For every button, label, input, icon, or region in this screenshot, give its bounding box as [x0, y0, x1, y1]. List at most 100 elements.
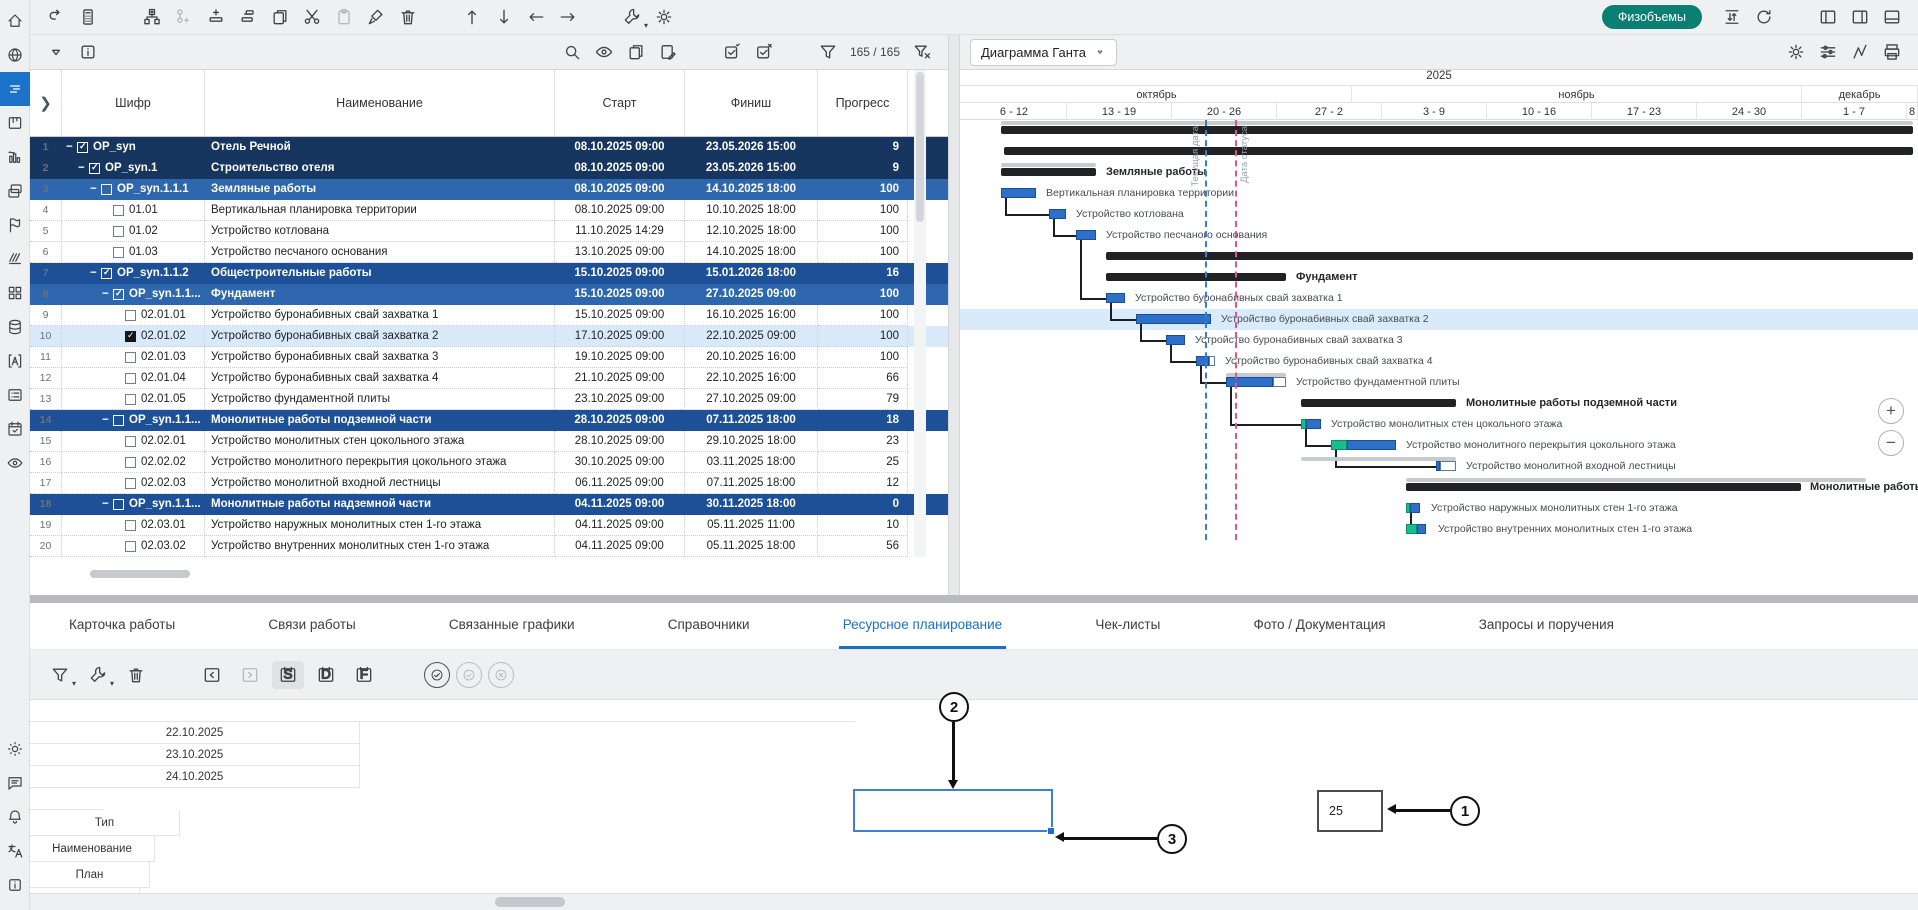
schedule-icon[interactable]: [0, 72, 30, 106]
gantt-bar-segment[interactable]: [1076, 230, 1096, 240]
collapse-icon[interactable]: −: [102, 288, 111, 300]
home-icon[interactable]: [0, 4, 30, 38]
table-horizontal-scrollbar[interactable]: [90, 570, 190, 578]
task-row[interactable]: 14 − OP_syn.1.1... Монолитные работы под…: [30, 410, 948, 431]
globe-icon[interactable]: [0, 38, 30, 72]
physical-volumes-badge[interactable]: Физобъемы: [1602, 5, 1702, 29]
check-all-icon[interactable]: [716, 38, 748, 66]
task-row[interactable]: 8 − OP_syn.1.1... Фундамент 15.10.2025 0…: [30, 284, 948, 305]
expand-menu-icon[interactable]: [40, 38, 72, 66]
task-row[interactable]: 12 02.01.04 Устройство буронабивных свай…: [30, 368, 948, 389]
filter-icon[interactable]: [812, 38, 844, 66]
pane-splitter[interactable]: [948, 35, 960, 595]
separator[interactable]: [684, 38, 716, 66]
collapse-icon[interactable]: −: [90, 267, 99, 279]
task-checkbox[interactable]: [125, 331, 136, 342]
table-vertical-scrollbar[interactable]: [914, 70, 926, 557]
gantt-bar-segment[interactable]: [1106, 273, 1286, 281]
clipboard-edit-icon[interactable]: [652, 38, 684, 66]
gantt-bar-segment[interactable]: [1410, 503, 1420, 513]
gantt-bar-segment[interactable]: [1301, 457, 1456, 461]
resource-cell[interactable]: Тип: [30, 810, 180, 836]
view-selector[interactable]: Диаграмма Ганта: [970, 39, 1117, 66]
period-forward-icon[interactable]: [234, 661, 266, 689]
bottom-scrollbar[interactable]: [0, 893, 1918, 910]
horizontal-splitter[interactable]: [0, 595, 1918, 603]
zoom-out-button[interactable]: −: [1878, 430, 1904, 456]
info-icon[interactable]: [72, 38, 104, 66]
task-row[interactable]: 17 02.02.03 Устройство монолитной входно…: [30, 473, 948, 494]
collapse-icon[interactable]: −: [102, 498, 111, 510]
column-header-progress[interactable]: Прогресс: [818, 70, 908, 136]
gantt-bar-segment[interactable]: [1106, 252, 1913, 260]
indent-icon[interactable]: [552, 3, 584, 31]
approve-all-icon[interactable]: [424, 662, 450, 688]
gantt-bar-segment[interactable]: [1273, 377, 1286, 387]
paste-icon[interactable]: [328, 3, 360, 31]
task-row[interactable]: 3 − OP_syn.1.1.1 Земляные работы 08.10.2…: [30, 179, 948, 200]
gantt-bar-segment[interactable]: [1001, 168, 1096, 176]
task-checkbox[interactable]: [77, 142, 88, 153]
format-brush-icon[interactable]: [360, 3, 392, 31]
tab[interactable]: Связанные графики: [445, 603, 579, 649]
text-attributes-icon[interactable]: [0, 344, 30, 378]
column-header-name[interactable]: Наименование: [205, 70, 555, 136]
add-row-icon[interactable]: [200, 3, 232, 31]
period-back-icon[interactable]: [196, 661, 228, 689]
scale-day-icon[interactable]: [272, 661, 304, 689]
spacer[interactable]: [0, 480, 30, 732]
copy-icon[interactable]: [264, 3, 296, 31]
task-checkbox[interactable]: [125, 310, 136, 321]
tab[interactable]: Ресурсное планирование: [839, 603, 1007, 649]
separator[interactable]: [1780, 3, 1812, 31]
task-row[interactable]: 18 − OP_syn.1.1... Монолитные работы над…: [30, 494, 948, 515]
delete-icon[interactable]: [392, 3, 424, 31]
move-up-icon[interactable]: [456, 3, 488, 31]
list-icon[interactable]: [0, 378, 30, 412]
gantt-bar-segment[interactable]: [1196, 356, 1209, 366]
separator[interactable]: [780, 38, 812, 66]
visibility-icon[interactable]: [588, 38, 620, 66]
gantt-bar-segment[interactable]: [1136, 314, 1211, 324]
resource-filter-icon[interactable]: [44, 661, 76, 689]
task-checkbox[interactable]: [125, 520, 136, 531]
tab[interactable]: Справочники: [664, 603, 754, 649]
gantt-bar-segment[interactable]: [1306, 419, 1321, 429]
scale-decade-icon[interactable]: [310, 661, 342, 689]
task-checkbox[interactable]: [113, 226, 124, 237]
settings-icon[interactable]: [648, 3, 680, 31]
gantt-bar-segment[interactable]: [1004, 147, 1913, 155]
resource-cell[interactable]: [30, 700, 855, 722]
add-child-task-icon[interactable]: [136, 3, 168, 31]
collapse-icon[interactable]: −: [78, 162, 87, 174]
task-row[interactable]: 6 01.03 Устройство песчаного основания 1…: [30, 242, 948, 263]
watch-icon[interactable]: [0, 446, 30, 480]
task-row[interactable]: 19 02.03.01 Устройство наружных монолитн…: [30, 515, 948, 536]
gantt-bar-segment[interactable]: [1406, 478, 1866, 482]
task-row[interactable]: 9 02.01.01 Устройство буронабивных свай …: [30, 305, 948, 326]
resource-delete-icon[interactable]: [120, 661, 152, 689]
theme-icon[interactable]: [0, 732, 30, 766]
windows-icon[interactable]: [0, 174, 30, 208]
task-row[interactable]: 4 01.01 Вертикальная планировка территор…: [30, 200, 948, 221]
collapse-icon[interactable]: −: [102, 414, 111, 426]
task-checkbox[interactable]: [125, 436, 136, 447]
gantt-bar-segment[interactable]: [1209, 356, 1215, 366]
task-checkbox[interactable]: [125, 352, 136, 363]
resource-cell[interactable]: 24.10.2025: [30, 766, 360, 788]
gantt-settings-icon[interactable]: [1780, 38, 1812, 66]
gantt-bar-segment[interactable]: [1049, 209, 1066, 219]
sync-icon[interactable]: [1716, 3, 1748, 31]
separator[interactable]: [158, 661, 190, 689]
task-row[interactable]: 13 02.01.05 Устройство фундаментной плит…: [30, 389, 948, 410]
task-checkbox[interactable]: [101, 268, 112, 279]
gantt-bar-segment[interactable]: [1347, 440, 1396, 450]
resource-tools-icon[interactable]: [82, 661, 114, 689]
column-header-finish[interactable]: Финиш: [685, 70, 818, 136]
reject-icon[interactable]: [488, 662, 514, 688]
approve-icon[interactable]: [456, 662, 482, 688]
task-row[interactable]: 2 − OP_syn.1 Строительство отеля 08.10.2…: [30, 158, 948, 179]
about-icon[interactable]: [0, 868, 30, 902]
task-row[interactable]: 16 02.02.02 Устройство монолитного перек…: [30, 452, 948, 473]
notifications-icon[interactable]: [0, 800, 30, 834]
